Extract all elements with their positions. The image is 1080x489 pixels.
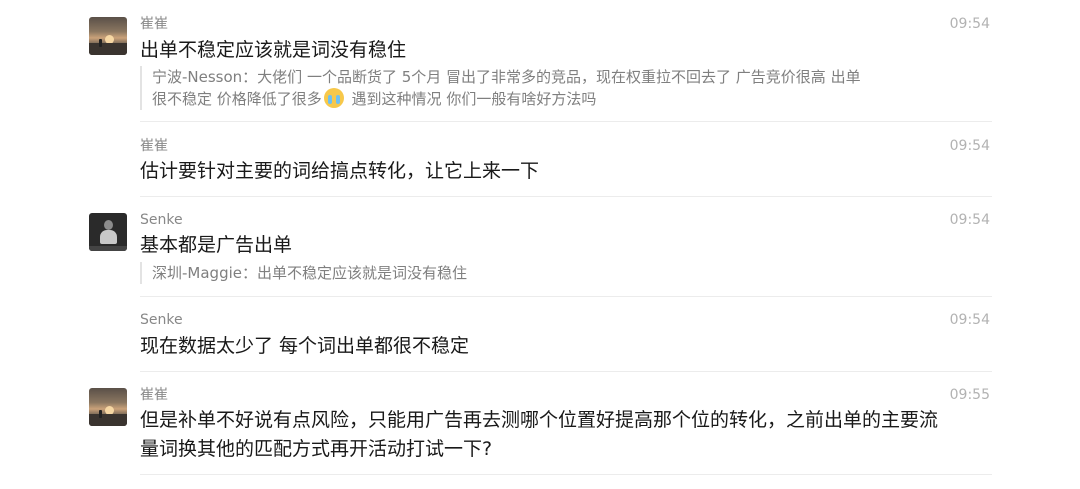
message-text[interactable]: 估计要针对主要的词给搞点转化，让它上来一下 [140, 157, 992, 186]
message-time: 09:54 [949, 16, 990, 32]
divider [140, 296, 992, 297]
message-text[interactable]: 现在数据太少了 每个词出单都很不稳定 [140, 332, 992, 361]
avatar[interactable] [89, 213, 127, 251]
message-time: 09:55 [949, 387, 990, 403]
sender-name: 崔崔 [140, 138, 168, 154]
divider [140, 121, 992, 122]
divider [140, 371, 992, 372]
avatar[interactable] [89, 388, 127, 426]
quote-line: 宁波-Nesson：大佬们 一个品断货了 5个月 冒出了非常多的竞品，现在权重拉… [152, 68, 861, 86]
message-line: 量词换其他的匹配方式再开活动打试一下? [140, 438, 493, 460]
sender-name: Senke [140, 312, 183, 328]
message-text[interactable]: 出单不稳定应该就是词没有稳住 [140, 36, 992, 65]
quoted-message[interactable]: 深圳-Maggie：出单不稳定应该就是词没有稳住 [140, 262, 992, 284]
quote-line: 深圳-Maggie：出单不稳定应该就是词没有稳住 [152, 264, 467, 282]
message-text[interactable]: 但是补单不好说有点风险，只能用广告再去测哪个位置好提高那个位的转化，之前出单的主… [140, 406, 992, 464]
message-time: 09:54 [949, 138, 990, 154]
crying-face-emoji-icon [323, 88, 344, 108]
divider [140, 474, 992, 475]
avatar[interactable] [89, 17, 127, 55]
quote-line: 很不稳定 价格降低了很多 遇到这种情况 你们一般有啥好方法吗 [152, 88, 597, 108]
sender-name: Senke [140, 212, 183, 228]
message-text[interactable]: 基本都是广告出单 [140, 231, 992, 260]
message-time: 09:54 [949, 312, 990, 328]
divider [140, 196, 992, 197]
message-line: 但是补单不好说有点风险，只能用广告再去测哪个位置好提高那个位的转化，之前出单的主… [140, 409, 939, 431]
quoted-message[interactable]: 宁波-Nesson：大佬们 一个品断货了 5个月 冒出了非常多的竞品，现在权重拉… [140, 66, 992, 110]
sender-name: 崔崔 [140, 387, 168, 403]
sender-name: 崔崔 [140, 16, 168, 32]
message-time: 09:54 [949, 212, 990, 228]
